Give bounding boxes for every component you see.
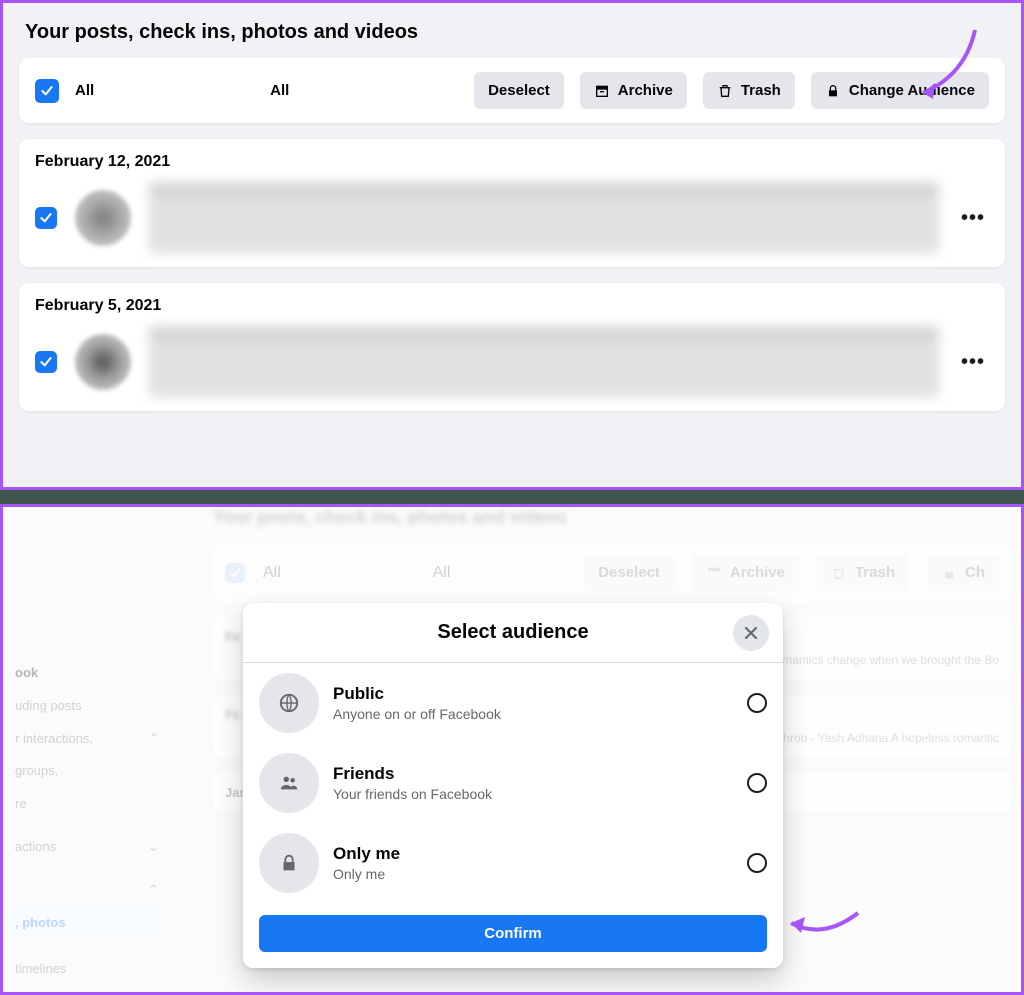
option-subtitle: Anyone on or off Facebook xyxy=(333,706,733,722)
sidebar-fragment: ook uding posts r interactions,⌃ groups,… xyxy=(3,507,163,992)
post-avatar xyxy=(75,334,131,390)
audience-option-friends[interactable]: Friends Your friends on Facebook xyxy=(243,743,783,823)
radio-button[interactable] xyxy=(747,853,767,873)
post-content xyxy=(149,327,939,397)
archive-button[interactable]: Archive xyxy=(580,72,687,109)
globe-icon xyxy=(278,692,300,714)
chevron-down-icon: ⌄ xyxy=(148,837,159,858)
filter-dropdown[interactable]: All xyxy=(270,82,289,99)
annotation-arrow xyxy=(783,905,863,945)
post-avatar xyxy=(75,190,131,246)
radio-button[interactable] xyxy=(747,693,767,713)
option-title: Friends xyxy=(333,764,733,784)
close-button[interactable] xyxy=(733,615,769,651)
modal-title: Select audience xyxy=(437,621,588,644)
post-menu-icon[interactable]: ••• xyxy=(957,207,989,230)
lock-icon xyxy=(825,83,841,99)
option-title: Public xyxy=(333,684,733,704)
friends-icon xyxy=(278,772,300,794)
audience-modal-panel: ook uding posts r interactions,⌃ groups,… xyxy=(0,504,1024,995)
post-checkbox[interactable] xyxy=(35,207,57,229)
post-content xyxy=(149,183,939,253)
select-all-checkbox[interactable] xyxy=(35,79,59,103)
activity-toolbar: All All Deselect Archive Trash Change Au… xyxy=(19,58,1005,123)
audience-option-onlyme[interactable]: Only me Only me xyxy=(243,823,783,903)
chevron-down-icon: ⌃ xyxy=(148,729,159,750)
option-subtitle: Only me xyxy=(333,866,733,882)
trash-button[interactable]: Trash xyxy=(703,72,795,109)
option-subtitle: Your friends on Facebook xyxy=(333,786,733,802)
archive-icon xyxy=(594,83,610,99)
trash-icon xyxy=(717,83,733,99)
option-title: Only me xyxy=(333,844,733,864)
post-card: February 12, 2021 ••• xyxy=(19,139,1005,267)
activity-log-panel: Your posts, check ins, photos and videos… xyxy=(0,0,1024,490)
post-menu-icon[interactable]: ••• xyxy=(957,351,989,374)
close-icon xyxy=(741,623,761,643)
post-checkbox[interactable] xyxy=(35,351,57,373)
section-divider xyxy=(0,490,1024,504)
post-date: February 12, 2021 xyxy=(35,153,989,171)
deselect-button[interactable]: Deselect xyxy=(474,72,564,109)
radio-button[interactable] xyxy=(747,773,767,793)
page-title: Your posts, check ins, photos and videos xyxy=(25,21,999,44)
post-date: February 5, 2021 xyxy=(35,297,989,315)
lock-icon xyxy=(278,852,300,874)
chevron-up-icon: ⌃ xyxy=(148,880,159,901)
annotation-arrow xyxy=(905,25,985,105)
post-card: February 5, 2021 ••• xyxy=(19,283,1005,411)
select-all-label: All xyxy=(75,82,94,99)
confirm-button[interactable]: Confirm xyxy=(259,915,767,952)
select-audience-modal: Select audience Public Anyone on or off … xyxy=(243,603,783,968)
audience-option-public[interactable]: Public Anyone on or off Facebook xyxy=(243,663,783,743)
